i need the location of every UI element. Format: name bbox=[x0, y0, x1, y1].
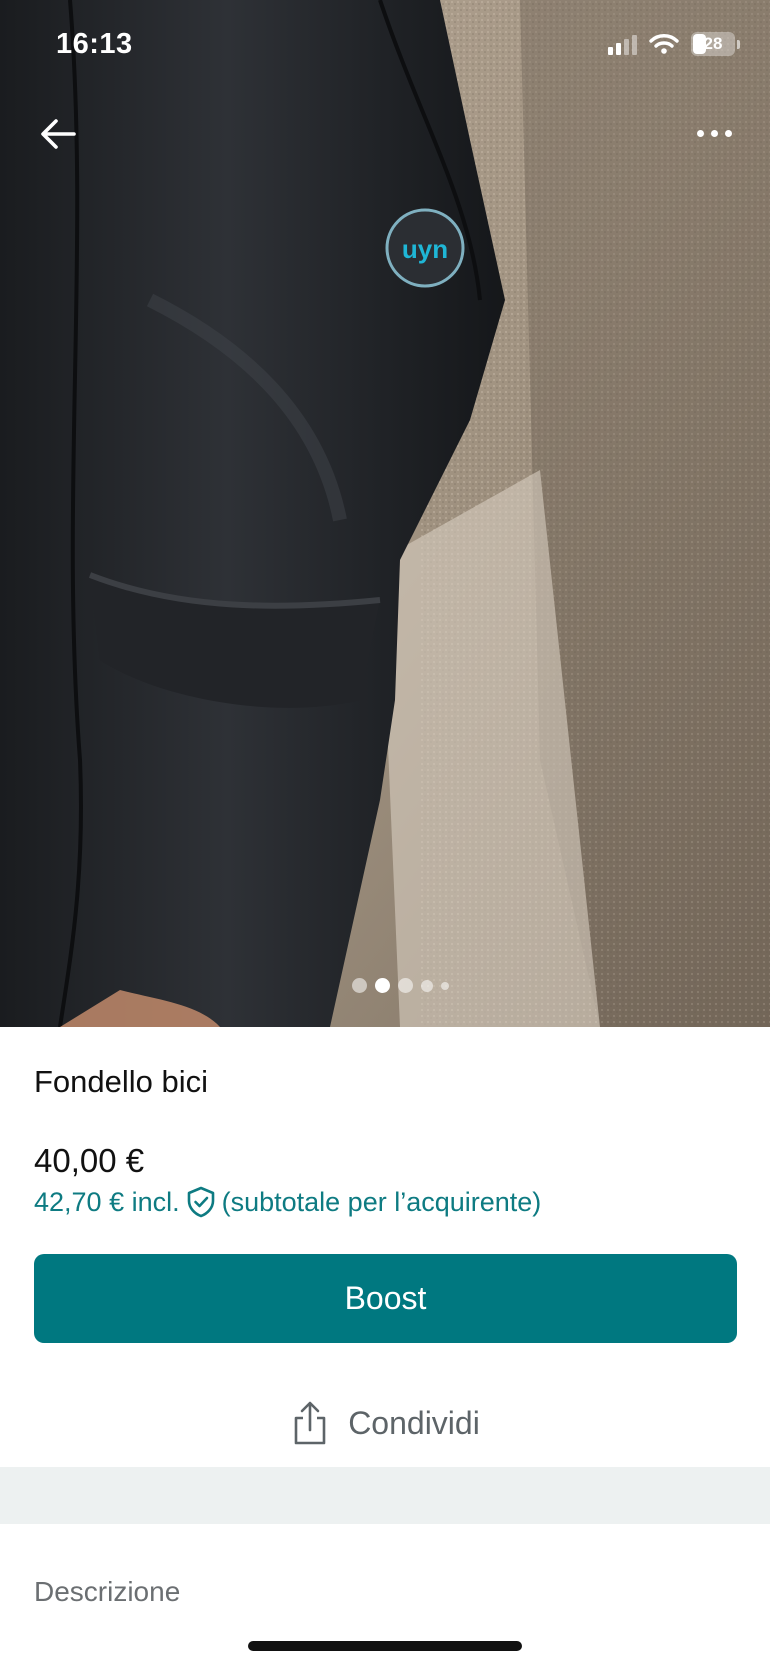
svg-text:uyn: uyn bbox=[402, 234, 448, 264]
battery-cap bbox=[737, 39, 740, 49]
back-button[interactable] bbox=[34, 110, 82, 158]
carousel-dot[interactable] bbox=[352, 978, 367, 993]
buyer-price-amount: 42,70 € incl. bbox=[34, 1186, 180, 1217]
home-indicator[interactable] bbox=[248, 1641, 522, 1651]
shield-check-icon bbox=[187, 1186, 214, 1218]
wifi-icon bbox=[649, 34, 679, 54]
battery-level: 28 bbox=[703, 34, 723, 53]
description-heading: Descrizione bbox=[34, 1576, 181, 1607]
buyer-price[interactable]: 42,70 € incl. (subtotale per l’acquirent… bbox=[34, 1186, 541, 1218]
boost-button[interactable]: Boost bbox=[34, 1254, 737, 1343]
buyer-price-note: (subtotale per l’acquirente) bbox=[221, 1186, 542, 1217]
product-photo[interactable]: uyn bbox=[0, 0, 770, 1027]
status-time: 16:13 bbox=[56, 28, 133, 60]
share-label: Condividi bbox=[348, 1404, 480, 1441]
carousel-dot[interactable] bbox=[421, 979, 433, 992]
carousel-dot-active[interactable] bbox=[375, 978, 390, 993]
product-price: 40,00 € bbox=[34, 1142, 145, 1179]
carousel-indicator bbox=[352, 978, 449, 993]
share-icon bbox=[294, 1401, 326, 1445]
more-dots-icon bbox=[696, 129, 704, 137]
product-photo-image: uyn bbox=[0, 0, 770, 1027]
status-indicators: 28 bbox=[608, 32, 740, 56]
share-button[interactable]: Condividi bbox=[0, 1395, 770, 1451]
carousel-dot[interactable] bbox=[398, 978, 413, 993]
battery-icon: 28 bbox=[691, 32, 735, 56]
carousel-dot[interactable] bbox=[441, 981, 449, 990]
product-title: Fondello bici bbox=[34, 1064, 209, 1099]
cellular-signal-icon bbox=[608, 33, 637, 55]
arrow-left-icon bbox=[41, 119, 76, 149]
section-divider bbox=[0, 1467, 770, 1524]
more-options-button[interactable] bbox=[686, 116, 742, 150]
